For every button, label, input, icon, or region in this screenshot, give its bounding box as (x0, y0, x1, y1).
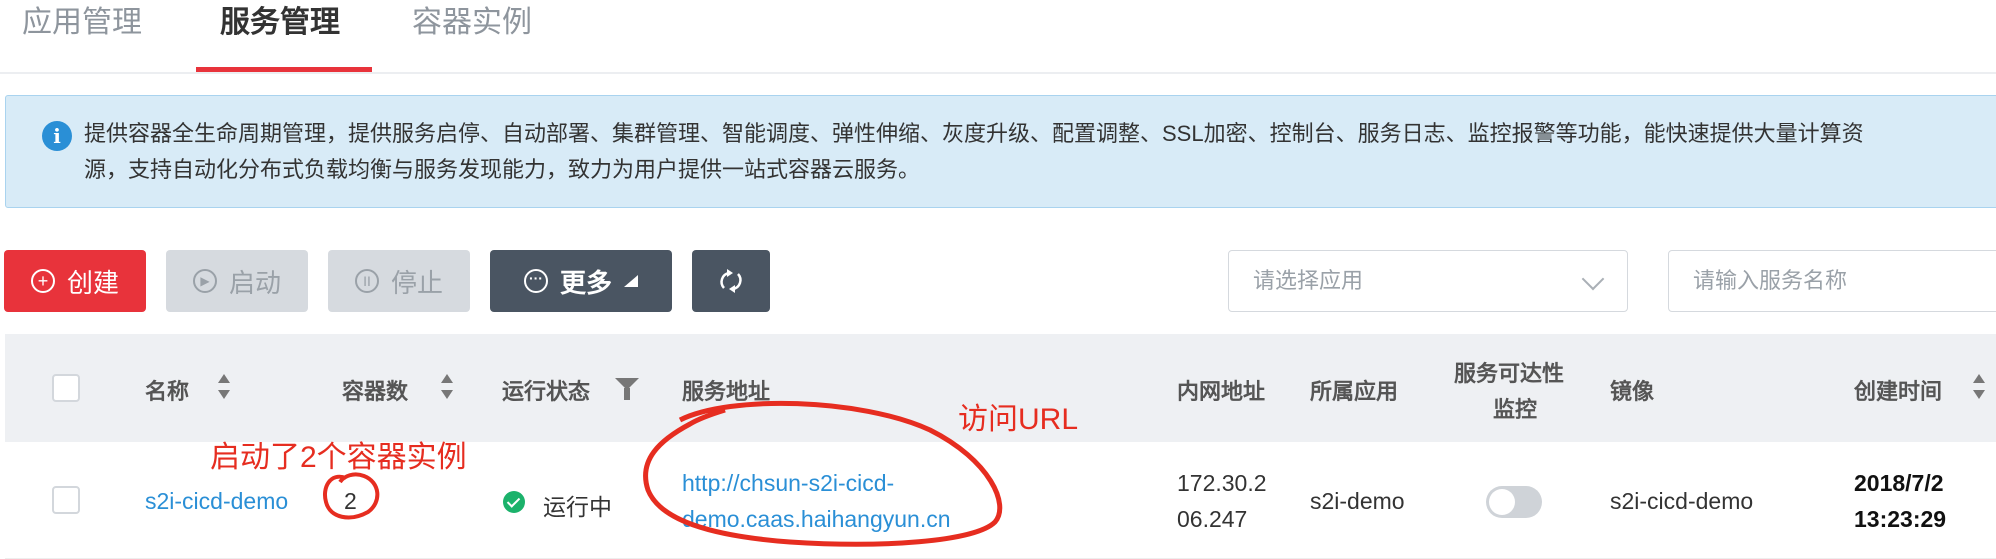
play-circle-icon: ▶ (192, 269, 217, 293)
internal-ip-line-2: 06.247 (1177, 506, 1248, 532)
select-all-checkbox[interactable] (52, 374, 80, 402)
more-label: 更多 (559, 267, 612, 298)
start-button[interactable]: ▶ 启动 (166, 250, 308, 312)
service-url-link-line-1[interactable]: http://chsun-s2i-cicd- (682, 470, 894, 497)
header-reachability-line-1: 服务可达性 (1454, 361, 1565, 386)
container-count: 2 (344, 488, 357, 514)
service-name-search-input[interactable]: 请输入服务名称 (1668, 250, 1996, 312)
pause-circle-icon: II (354, 269, 379, 293)
chevron-down-icon (1581, 267, 1605, 291)
caret-icon (624, 275, 638, 287)
refresh-button[interactable] (692, 250, 770, 312)
header-containers: 容器数 (342, 379, 409, 404)
created-date: 2018/7/2 (1854, 470, 1944, 496)
row-checkbox[interactable] (52, 486, 80, 514)
filter-stem (624, 388, 630, 400)
header-status: 运行状态 (502, 379, 591, 404)
alert-text: 提供容器全生命周期管理，提供服务启停、自动部署、集群管理、智能调度、弹性伸缩、灰… (84, 116, 1864, 188)
internal-ip-line-1: 172.30.2 (1177, 470, 1267, 496)
tab-container-instances[interactable]: 容器实例 (412, 0, 532, 72)
tab-bar: 应用管理 服务管理 容器实例 (0, 0, 1996, 74)
monitoring-toggle[interactable] (1486, 486, 1542, 518)
running-status-icon (503, 491, 525, 513)
plus-circle-icon: + (30, 269, 55, 293)
active-tab-indicator (196, 67, 372, 72)
header-internal-ip: 内网地址 (1177, 379, 1266, 404)
alert-line-1: 提供容器全生命周期管理，提供服务启停、自动部署、集群管理、智能调度、弹性伸缩、灰… (84, 121, 1864, 146)
create-label: 创建 (66, 267, 119, 298)
toggle-knob (1489, 489, 1515, 515)
stop-button[interactable]: II 停止 (328, 250, 470, 312)
app-name: s2i-demo (1310, 488, 1405, 514)
app-select-placeholder: 请选择应用 (1253, 268, 1364, 293)
app-select[interactable]: 请选择应用 (1228, 250, 1628, 312)
containers-note-annotation: 启动了2个容器实例 (210, 441, 467, 474)
more-button[interactable]: ··· 更多 (490, 250, 672, 312)
tab-app-management[interactable]: 应用管理 (22, 0, 142, 72)
sort-containers-icon[interactable] (441, 374, 453, 400)
tab-service-management[interactable]: 服务管理 (220, 0, 340, 72)
alert-line-2: 源，支持自动化分布式负载均衡与服务发现能力，致力为用户提供一站式容器云服务。 (84, 157, 921, 182)
header-created: 创建时间 (1854, 379, 1943, 404)
refresh-icon (720, 269, 742, 293)
header-app: 所属应用 (1310, 379, 1399, 404)
status-text: 运行中 (543, 494, 612, 520)
stop-label: 停止 (390, 267, 443, 298)
service-name-link[interactable]: s2i-cicd-demo (145, 488, 288, 515)
url-note-annotation: 访问URL (958, 403, 1079, 436)
header-name: 名称 (145, 379, 190, 404)
header-image: 镜像 (1610, 379, 1655, 404)
sort-name-icon[interactable] (218, 374, 230, 400)
info-icon: i (42, 121, 72, 151)
sort-created-icon[interactable] (1973, 374, 1985, 400)
start-label: 启动 (228, 267, 281, 298)
create-button[interactable]: + 创建 (4, 250, 146, 312)
created-time: 13:23:29 (1854, 506, 1947, 532)
info-alert: i 提供容器全生命周期管理，提供服务启停、自动部署、集群管理、智能调度、弹性伸缩… (5, 95, 1996, 208)
ellipsis-circle-icon: ··· (523, 269, 548, 293)
search-placeholder: 请输入服务名称 (1693, 268, 1848, 293)
header-service-url: 服务地址 (682, 379, 771, 404)
service-url-link-line-2[interactable]: demo.caas.haihangyun.cn (682, 506, 951, 533)
header-reachability-line-2: 监控 (1493, 397, 1538, 422)
image-name: s2i-cicd-demo (1610, 488, 1754, 514)
